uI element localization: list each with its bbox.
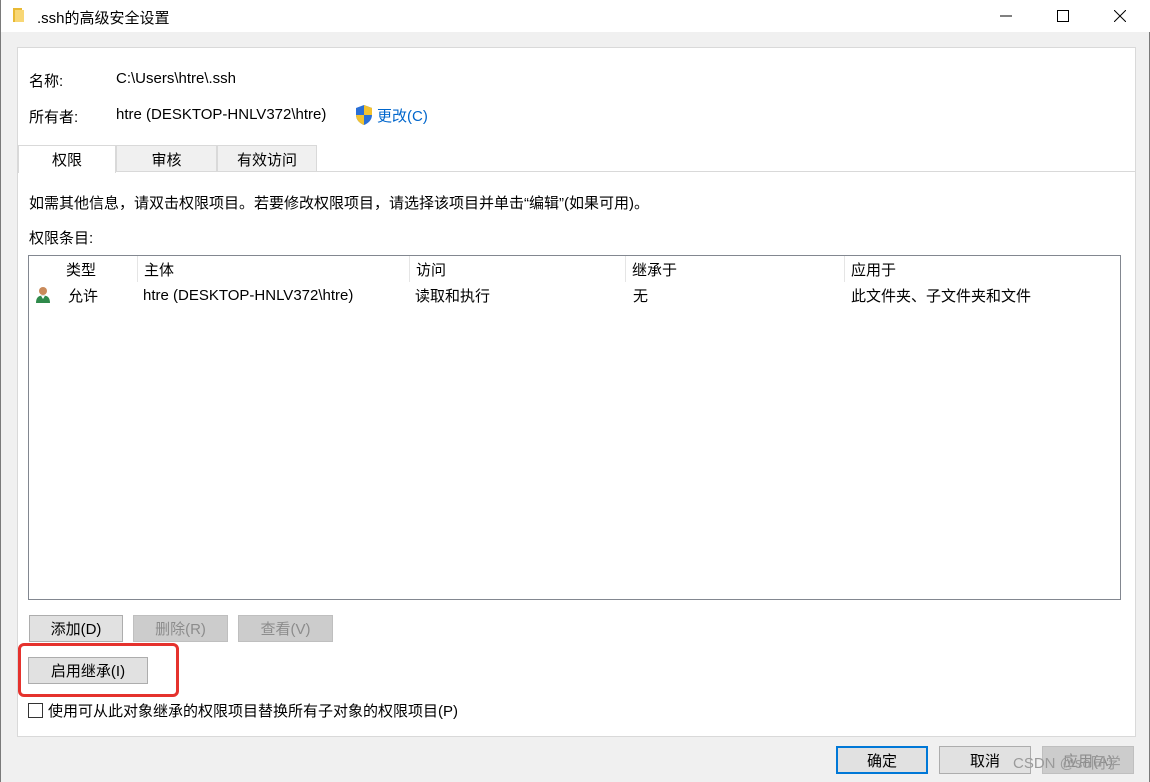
change-owner-link[interactable]: 更改(C) [377, 105, 428, 126]
column-header-type[interactable]: 类型 [60, 256, 137, 282]
window-title: .ssh的高级安全设置 [37, 10, 170, 27]
tab-auditing[interactable]: 审核 [116, 145, 217, 172]
tab-label: 有效访问 [236, 151, 297, 169]
column-label: 类型 [66, 261, 97, 279]
advanced-security-settings-window: .ssh的高级安全设置 名称: C:\Users\htre\.ssh 所有者: … [0, 0, 1150, 782]
owner-label: 所有者: [29, 109, 79, 126]
tab-divider [18, 171, 1135, 172]
permission-entries-label: 权限条目: [29, 230, 94, 247]
permission-entries-list[interactable]: 类型 主体 访问 继承于 应用于 允许 htre (DESKTOP-HNLV37… [28, 255, 1121, 600]
enable-inheritance-button[interactable]: 启用继承(I) [28, 657, 148, 684]
name-value: C:\Users\htre\.ssh [116, 70, 237, 87]
table-row[interactable]: 允许 htre (DESKTOP-HNLV372\htre) 读取和执行 无 此… [29, 283, 1120, 307]
name-label: 名称: [29, 73, 64, 90]
user-icon [36, 287, 50, 303]
add-button[interactable]: 添加(D) [29, 615, 123, 642]
view-button[interactable]: 查看(V) [238, 615, 333, 642]
maximize-button[interactable] [1034, 0, 1091, 32]
minimize-icon [999, 15, 1012, 17]
column-label: 访问 [416, 261, 447, 279]
column-header-applies-to[interactable]: 应用于 [844, 256, 1120, 282]
cell-applies-to: 此文件夹、子文件夹和文件 [851, 287, 1032, 305]
owner-value: htre (DESKTOP-HNLV372\htre) [116, 106, 327, 123]
column-label: 继承于 [632, 261, 678, 279]
column-header-access[interactable]: 访问 [409, 256, 625, 282]
column-label: 应用于 [851, 261, 897, 279]
column-header-inherited-from[interactable]: 继承于 [625, 256, 844, 282]
maximize-icon [1056, 10, 1069, 22]
close-button[interactable] [1091, 0, 1148, 32]
tab-label: 审核 [151, 151, 182, 169]
replace-child-permissions-checkbox[interactable] [28, 703, 43, 718]
tab-effective-access[interactable]: 有效访问 [217, 145, 317, 172]
watermark-text: CSDN @so同学 [1013, 755, 1121, 772]
cell-access: 读取和执行 [415, 287, 491, 305]
cell-type: 允许 [68, 287, 99, 305]
tab-permissions[interactable]: 权限 [18, 145, 116, 173]
list-header: 类型 主体 访问 继承于 应用于 [29, 256, 1120, 282]
close-icon [1113, 10, 1126, 22]
delete-button[interactable]: 删除(R) [133, 615, 228, 642]
ok-button[interactable]: 确定 [836, 746, 928, 774]
cell-inherited-from: 无 [633, 287, 649, 305]
description-text: 如需其他信息，请双击权限项目。若要修改权限项目，请选择该项目并单击“编辑”(如果… [29, 195, 649, 212]
column-header-principal[interactable]: 主体 [137, 256, 409, 282]
column-label: 主体 [144, 261, 175, 279]
checkbox-label: 使用可从此对象继承的权限项目替换所有子对象的权限项目(P) [48, 703, 458, 720]
title-bar[interactable]: .ssh的高级安全设置 [1, 0, 1150, 32]
cell-principal: htre (DESKTOP-HNLV372\htre) [143, 286, 354, 304]
uac-shield-icon [356, 105, 372, 125]
minimize-button[interactable] [977, 0, 1034, 32]
folder-icon [13, 8, 24, 22]
replace-child-permissions-option[interactable]: 使用可从此对象继承的权限项目替换所有子对象的权限项目(P) [28, 700, 458, 721]
tab-label: 权限 [51, 152, 82, 169]
